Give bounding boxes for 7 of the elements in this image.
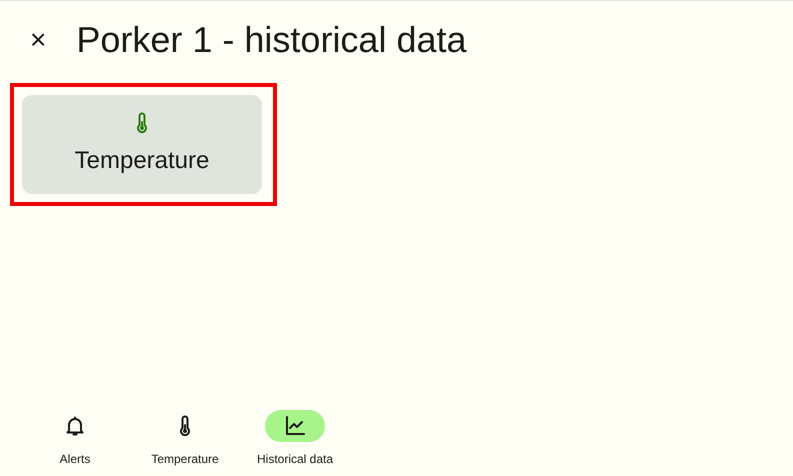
nav-tab[interactable]: Temperature [130,410,240,468]
page-title: Porker 1 - historical data [76,18,467,62]
nav-tab[interactable]: Historical data [240,410,350,468]
nav-tab[interactable]: Alerts [20,410,130,468]
line-chart-icon [283,414,307,438]
close-button[interactable]: × [26,26,50,54]
temperature-card[interactable]: Temperature [22,95,262,194]
